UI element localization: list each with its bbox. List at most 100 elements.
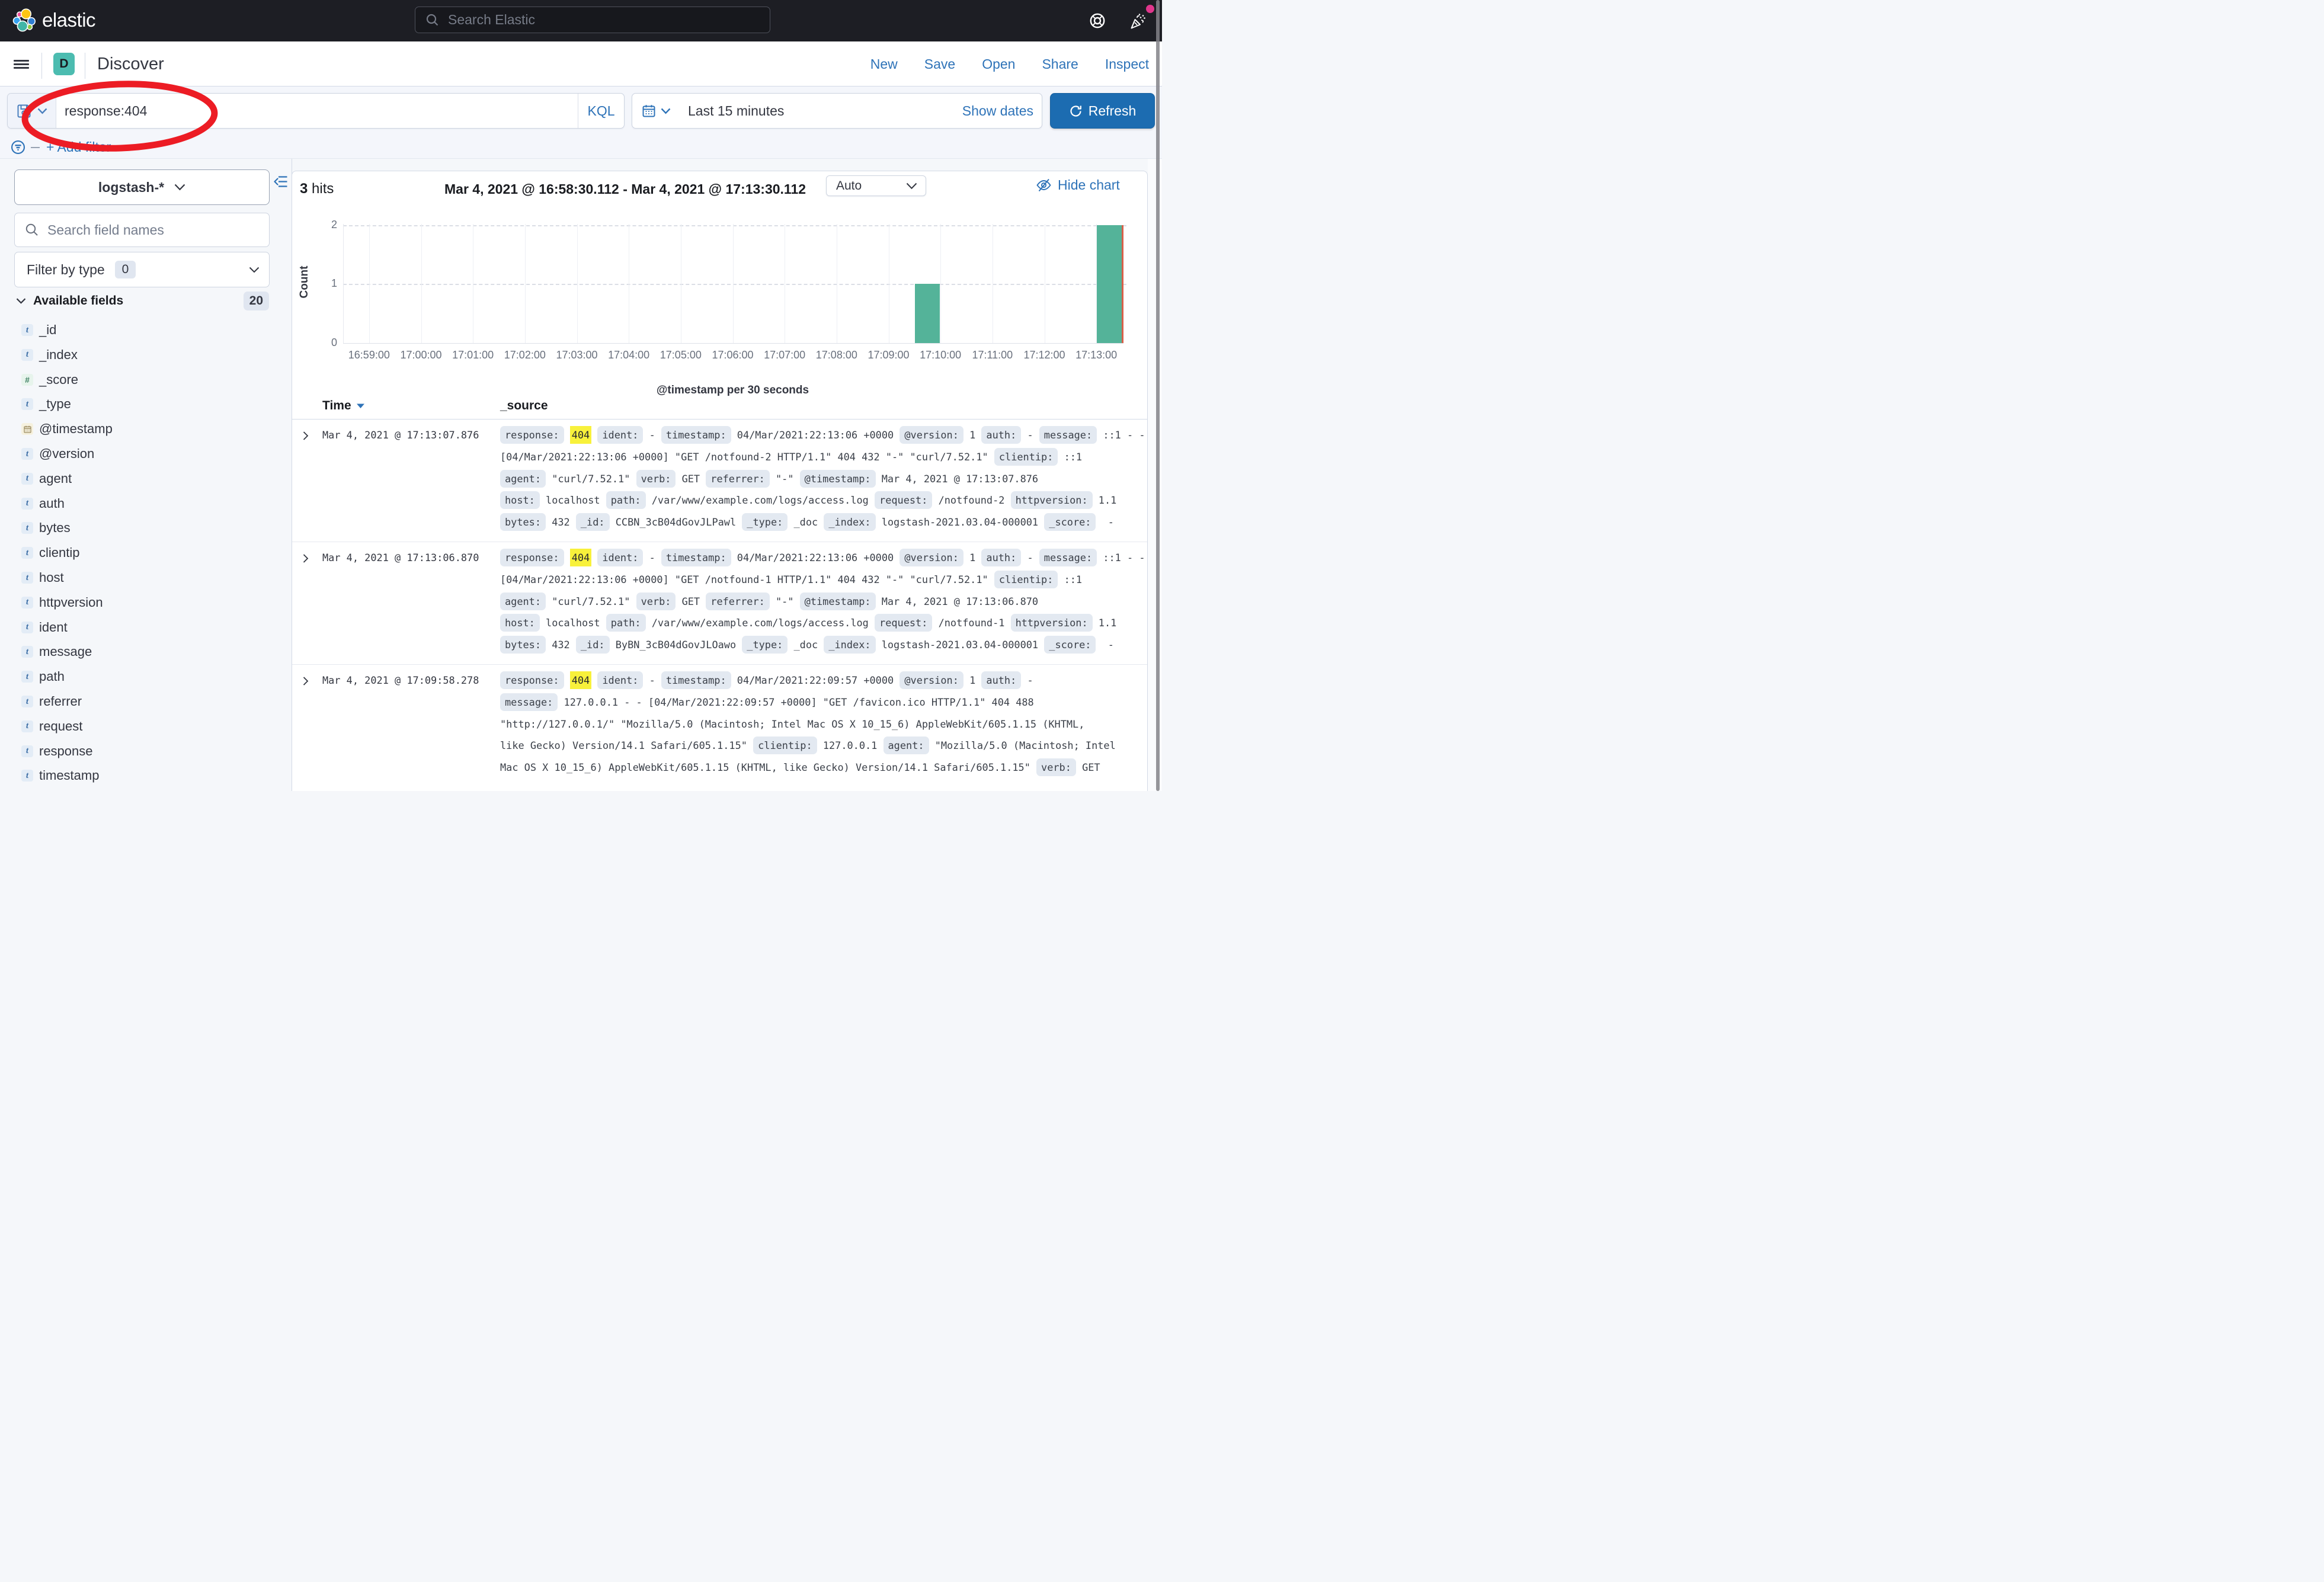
expand-row-button[interactable] bbox=[302, 676, 309, 689]
histogram-chart: Count @timestamp per 30 seconds 01216:59… bbox=[292, 208, 1148, 398]
field-type-string-icon: t bbox=[21, 770, 33, 782]
document-row: Mar 4, 2021 @ 17:09:58.278response: 404 … bbox=[292, 665, 1147, 787]
field-name: host bbox=[39, 570, 64, 585]
histogram-bar[interactable] bbox=[915, 284, 940, 343]
query-input[interactable]: response:404 bbox=[56, 94, 578, 128]
document-source: response: 404 ident: - timestamp: 04/Mar… bbox=[500, 547, 1145, 656]
field-value: "Mozilla/5.0 (Macintosh; Intel bbox=[935, 739, 1116, 751]
expand-row-button[interactable] bbox=[302, 553, 309, 566]
field-name-badge: httpversion: bbox=[1011, 614, 1093, 632]
field-type-string-icon: t bbox=[21, 572, 33, 584]
v-gridline bbox=[525, 224, 526, 343]
field-item-@version[interactable]: t@version bbox=[21, 445, 94, 463]
h-gridline bbox=[343, 284, 1126, 285]
histogram-header: 3 hits Mar 4, 2021 @ 16:58:30.112 - Mar … bbox=[292, 171, 1147, 208]
field-item-clientip[interactable]: tclientip bbox=[21, 544, 79, 562]
global-search-input[interactable]: Search Elastic bbox=[415, 7, 770, 33]
saved-query-menu-button[interactable] bbox=[8, 94, 56, 128]
hide-chart-button[interactable]: Hide chart bbox=[1036, 177, 1120, 193]
nav-link-inspect[interactable]: Inspect bbox=[1105, 56, 1149, 72]
field-value: 04/Mar/2021:22:09:57 +0000 bbox=[737, 674, 894, 686]
hide-chart-label: Hide chart bbox=[1058, 177, 1120, 193]
field-search-input[interactable]: Search field names bbox=[14, 213, 270, 247]
v-gridline bbox=[940, 224, 941, 343]
field-item-timestamp[interactable]: ttimestamp bbox=[21, 767, 99, 784]
field-name: bytes bbox=[39, 520, 71, 536]
field-item-auth[interactable]: tauth bbox=[21, 495, 65, 513]
field-item-_index[interactable]: t_index bbox=[21, 346, 78, 364]
discover-sidebar: logstash-* Search field names Filter by … bbox=[0, 159, 292, 791]
collapse-sidebar-button[interactable] bbox=[274, 175, 287, 188]
field-name-badge: auth: bbox=[981, 549, 1021, 566]
chevron-down-icon bbox=[174, 184, 185, 191]
nav-link-save[interactable]: Save bbox=[924, 56, 955, 72]
field-item-agent[interactable]: tagent bbox=[21, 470, 72, 488]
field-item-referrer[interactable]: treferrer bbox=[21, 693, 82, 710]
available-fields-header[interactable]: Available fields 20 bbox=[16, 292, 270, 310]
field-type-string-icon: t bbox=[21, 622, 33, 633]
show-dates-button[interactable]: Show dates bbox=[962, 103, 1033, 119]
interval-select[interactable]: Auto bbox=[826, 175, 926, 196]
nav-link-share[interactable]: Share bbox=[1042, 56, 1078, 72]
column-header-time[interactable]: Time bbox=[322, 399, 365, 413]
field-type-string-icon: t bbox=[21, 324, 33, 336]
newsfeed-button[interactable] bbox=[1129, 12, 1146, 29]
field-value: Mac OS X 10_15_6) AppleWebKit/605.1.15 (… bbox=[500, 761, 1030, 773]
field-value: "http://127.0.0.1/" "Mozilla/5.0 (Macint… bbox=[500, 718, 1084, 730]
field-item-_type[interactable]: t_type bbox=[21, 395, 71, 413]
vertical-scrollbar[interactable] bbox=[1156, 0, 1160, 791]
field-value: like Gecko) Version/14.1 Safari/605.1.15… bbox=[500, 739, 747, 751]
field-value: - bbox=[1102, 639, 1114, 651]
field-name-badge: referrer: bbox=[706, 593, 770, 610]
field-value: /notfound-1 bbox=[939, 617, 1005, 629]
field-item-_score[interactable]: #_score bbox=[21, 371, 78, 389]
field-name-badge: agent: bbox=[500, 593, 546, 610]
elastic-brand[interactable]: elastic bbox=[12, 8, 95, 34]
refresh-button[interactable]: Refresh bbox=[1050, 93, 1155, 129]
field-type-date-icon bbox=[21, 423, 33, 435]
chevron-down-icon bbox=[661, 108, 671, 114]
field-name-badge: host: bbox=[500, 491, 540, 509]
source-line: bytes: 432 _id: CCBN_3cB04dGovJLPawl _ty… bbox=[500, 511, 1145, 533]
field-item-message[interactable]: tmessage bbox=[21, 643, 92, 661]
nav-link-open[interactable]: Open bbox=[982, 56, 1015, 72]
field-value: GET bbox=[682, 473, 700, 485]
field-value: 127.0.0.1 - - [04/Mar/2021:22:09:57 +000… bbox=[564, 696, 1034, 708]
field-value: ::1 bbox=[1064, 574, 1083, 585]
hits-count: 3 hits bbox=[300, 181, 334, 197]
help-button[interactable] bbox=[1089, 12, 1106, 29]
filter-by-type-toggle[interactable]: Filter by type 0 bbox=[14, 252, 270, 287]
field-item-request[interactable]: trequest bbox=[21, 718, 82, 735]
field-name-badge: @timestamp: bbox=[800, 470, 876, 488]
date-quick-menu-button[interactable] bbox=[632, 104, 679, 118]
field-item-response[interactable]: tresponse bbox=[21, 742, 93, 760]
field-name-badge: auth: bbox=[981, 671, 1021, 689]
field-item-ident[interactable]: tident bbox=[21, 619, 68, 636]
histogram-bar[interactable] bbox=[1097, 225, 1122, 343]
field-value: - bbox=[649, 552, 655, 563]
source-line: host: localhost path: /var/www/example.c… bbox=[500, 612, 1145, 634]
field-item-path[interactable]: tpath bbox=[21, 668, 65, 686]
chevron-down-icon bbox=[37, 108, 47, 114]
field-name-badge: path: bbox=[606, 614, 646, 632]
add-filter-button[interactable]: + Add filter bbox=[46, 139, 111, 155]
chevron-right-icon bbox=[302, 431, 309, 441]
field-item-@timestamp[interactable]: @timestamp bbox=[21, 420, 113, 438]
chevron-right-icon bbox=[302, 676, 309, 686]
filter-circle-icon[interactable] bbox=[11, 140, 25, 154]
field-item-host[interactable]: thost bbox=[21, 569, 64, 587]
expand-row-button[interactable] bbox=[302, 431, 309, 444]
query-language-toggle[interactable]: KQL bbox=[578, 94, 624, 128]
field-name-badge: request: bbox=[875, 614, 932, 632]
nav-link-new[interactable]: New bbox=[870, 56, 898, 72]
field-value: GET bbox=[1082, 761, 1100, 773]
time-range-value[interactable]: Last 15 minutes bbox=[688, 103, 784, 119]
index-pattern-select[interactable]: logstash-* bbox=[14, 169, 270, 205]
document-time: Mar 4, 2021 @ 17:09:58.278 bbox=[322, 670, 479, 691]
field-item-_id[interactable]: t_id bbox=[21, 321, 56, 339]
field-item-httpversion[interactable]: thttpversion bbox=[21, 594, 103, 611]
field-name-badge: _index: bbox=[824, 636, 875, 654]
field-name-badge: verb: bbox=[636, 470, 676, 488]
menu-button[interactable] bbox=[14, 60, 29, 69]
field-item-bytes[interactable]: tbytes bbox=[21, 519, 71, 537]
